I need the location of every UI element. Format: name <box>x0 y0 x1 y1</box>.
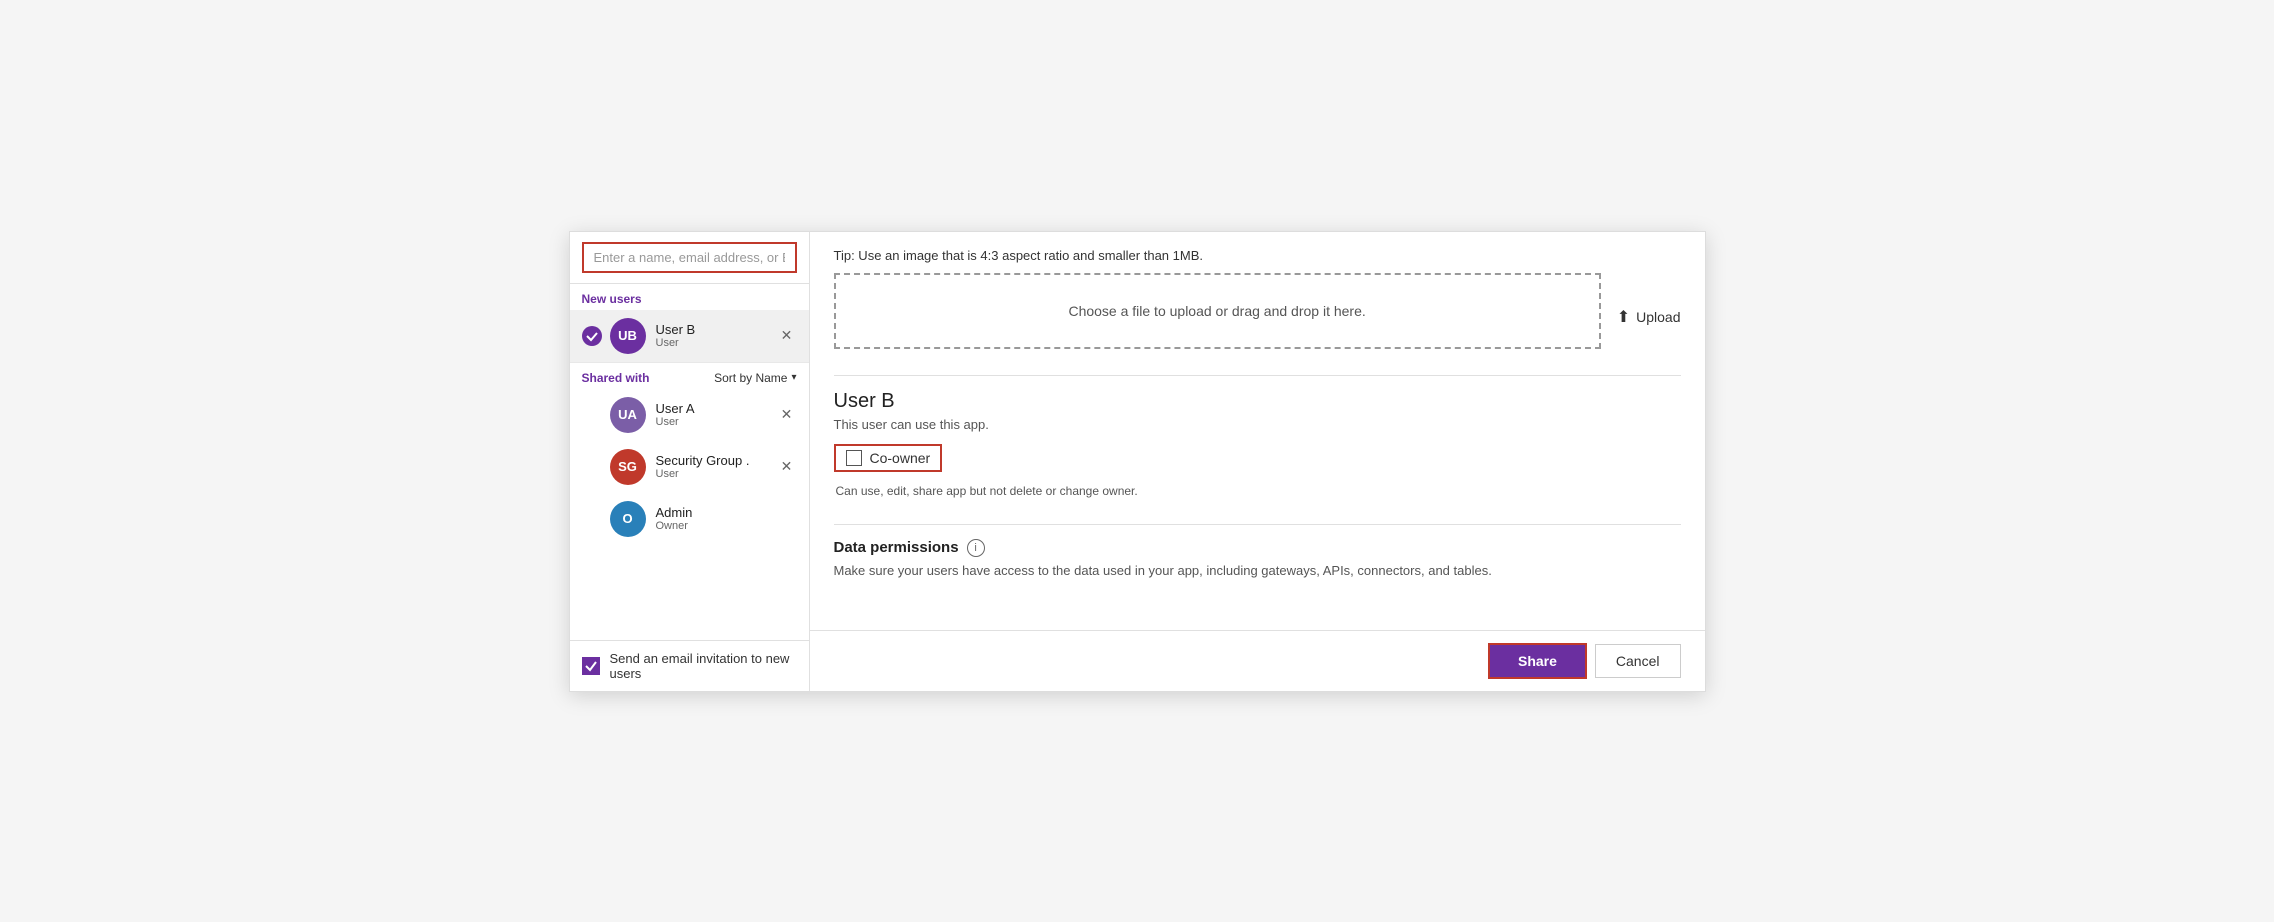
co-owner-row: Co-owner <box>834 444 943 472</box>
user-role: User <box>656 416 777 428</box>
search-input[interactable] <box>582 242 797 273</box>
info-icon[interactable]: i <box>967 539 985 557</box>
user-info: Security Group . User <box>656 453 777 480</box>
new-user-item[interactable]: UB User B User ✕ <box>570 310 809 362</box>
remove-user-button[interactable]: ✕ <box>777 405 797 425</box>
chevron-down-icon: ▾ <box>791 372 796 383</box>
share-dialog: New users UB User B User ✕ Shared with S… <box>569 231 1706 692</box>
sort-by-button[interactable]: Sort by Name ▾ <box>714 371 796 385</box>
shared-user-item[interactable]: UA User A User ✕ <box>570 389 809 441</box>
remove-user-button[interactable]: ✕ <box>777 326 797 346</box>
shared-user-item[interactable]: SG Security Group . User ✕ <box>570 441 809 493</box>
new-users-label: New users <box>570 284 809 310</box>
user-role: Owner <box>656 520 797 532</box>
user-b-section: User B This user can use this app. Co-ow… <box>834 390 1681 510</box>
user-info: User A User <box>656 401 777 428</box>
co-owner-label: Co-owner <box>870 450 931 466</box>
user-info: User B User <box>656 322 777 349</box>
check-icon <box>582 326 602 346</box>
send-email-row: Send an email invitation to new users <box>570 640 809 691</box>
upload-area[interactable]: Choose a file to upload or drag and drop… <box>834 273 1601 349</box>
data-permissions-desc: Make sure your users have access to the … <box>834 563 1681 578</box>
user-b-title: User B <box>834 390 1681 413</box>
data-permissions-header: Data permissions i <box>834 539 1681 557</box>
upload-icon: ⬆ <box>1617 307 1630 327</box>
user-name: User A <box>656 401 777 416</box>
left-panel: New users UB User B User ✕ Shared with S… <box>570 232 810 691</box>
right-panel: Tip: Use an image that is 4:3 aspect rat… <box>810 232 1705 691</box>
remove-user-button[interactable]: ✕ <box>777 457 797 477</box>
shared-with-label: Shared with <box>582 371 650 385</box>
upload-button[interactable]: ⬆ Upload <box>1617 307 1681 327</box>
upload-area-text: Choose a file to upload or drag and drop… <box>1068 303 1365 319</box>
user-info: Admin Owner <box>656 505 797 532</box>
user-name: User B <box>656 322 777 337</box>
send-email-label: Send an email invitation to new users <box>610 651 797 681</box>
send-email-checkbox[interactable] <box>582 657 600 675</box>
avatar: SG <box>610 449 646 485</box>
co-owner-checkbox[interactable] <box>846 450 862 466</box>
user-role: User <box>656 468 777 480</box>
data-permissions-title: Data permissions <box>834 539 959 556</box>
shared-user-item[interactable]: O Admin Owner <box>570 493 809 545</box>
search-input-wrapper <box>570 232 809 284</box>
upload-row: Choose a file to upload or drag and drop… <box>834 273 1681 361</box>
co-owner-hint: Can use, edit, share app but not delete … <box>836 484 1681 498</box>
user-b-desc: This user can use this app. <box>834 417 1681 432</box>
sort-by-label: Sort by Name <box>714 371 787 385</box>
upload-btn-label: Upload <box>1636 309 1680 325</box>
share-button[interactable]: Share <box>1488 643 1587 679</box>
user-name: Admin <box>656 505 797 520</box>
tip-text: Tip: Use an image that is 4:3 aspect rat… <box>834 232 1681 273</box>
avatar: UA <box>610 397 646 433</box>
user-name: Security Group . <box>656 453 777 468</box>
avatar: O <box>610 501 646 537</box>
user-role: User <box>656 337 777 349</box>
section-divider-2 <box>834 524 1681 525</box>
shared-users-list: UA User A User ✕ SG Security Group . Use… <box>570 389 809 640</box>
shared-with-header: Shared with Sort by Name ▾ <box>570 362 809 389</box>
bottom-action-row: Share Cancel <box>810 630 1705 691</box>
avatar: UB <box>610 318 646 354</box>
cancel-button[interactable]: Cancel <box>1595 644 1681 678</box>
section-divider <box>834 375 1681 376</box>
